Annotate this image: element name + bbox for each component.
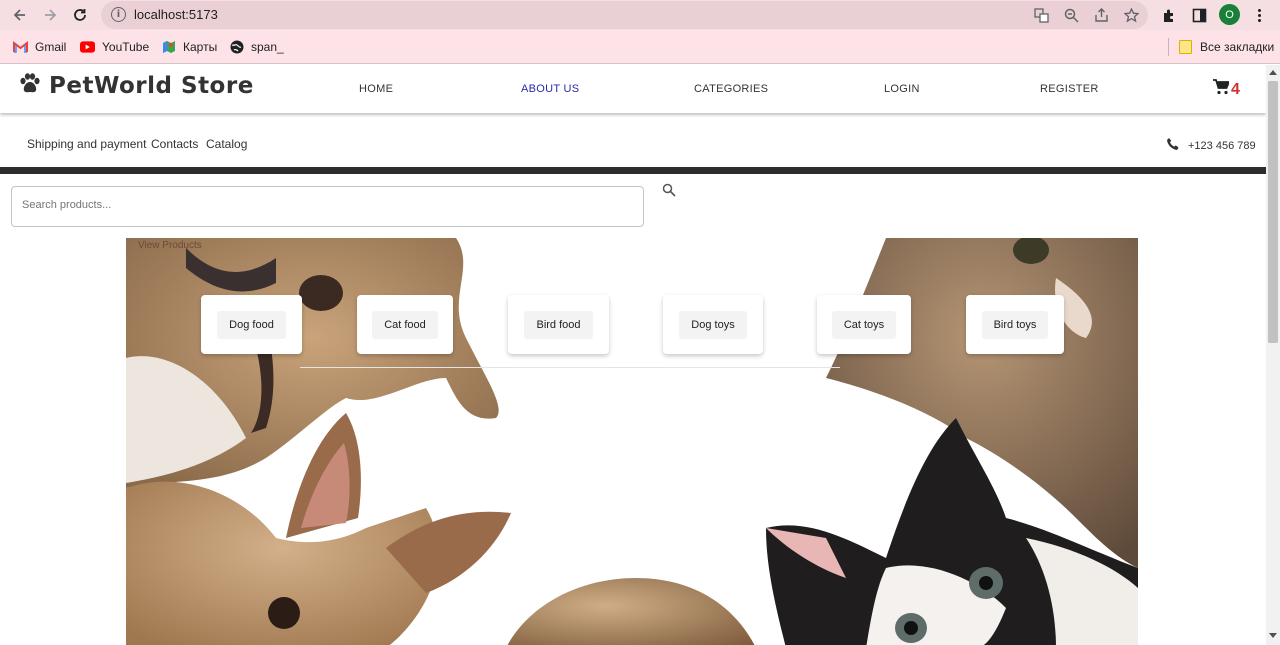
web-page: PetWorld Store HOME ABOUT US CATEGORIES … xyxy=(0,65,1266,645)
bookmark-label: span_ xyxy=(251,39,284,54)
url-text: localhost:5173 xyxy=(134,7,218,22)
category-card-bird-toys: Bird toys xyxy=(966,295,1064,354)
cart-count-badge: 4 xyxy=(1231,80,1240,98)
bookmark-label: YouTube xyxy=(102,39,150,54)
category-button-cat-food[interactable]: Cat food xyxy=(372,310,438,339)
browser-toolbar: i localhost:5173 O xyxy=(0,0,1280,30)
category-card-bird-food: Bird food xyxy=(508,295,609,354)
nav-about-us[interactable]: ABOUT US xyxy=(521,83,579,95)
category-card-cat-toys: Cat toys xyxy=(817,295,911,354)
search-input[interactable] xyxy=(22,199,622,211)
bookmark-label: Карты xyxy=(183,39,218,54)
link-catalog[interactable]: Catalog xyxy=(206,137,247,151)
bookmark-youtube[interactable]: YouTube xyxy=(80,39,149,54)
sub-navigation: Shipping and payment Contacts Catalog +1… xyxy=(0,113,1266,167)
site-logo[interactable]: PetWorld Store xyxy=(19,73,254,99)
page-scrollbar[interactable] xyxy=(1266,65,1280,645)
share-icon[interactable] xyxy=(1092,6,1110,24)
scroll-up-icon[interactable] xyxy=(1269,70,1277,75)
nav-home[interactable]: HOME xyxy=(359,83,393,95)
phone-icon xyxy=(1166,137,1180,154)
side-panel-icon[interactable] xyxy=(1188,4,1210,26)
category-button-bird-food[interactable]: Bird food xyxy=(524,310,593,339)
globe-icon xyxy=(229,39,244,54)
scroll-down-icon[interactable] xyxy=(1269,633,1277,638)
zoom-icon[interactable] xyxy=(1062,6,1080,24)
link-contacts[interactable]: Contacts xyxy=(151,137,198,151)
category-button-cat-toys[interactable]: Cat toys xyxy=(831,310,897,339)
cart-button[interactable]: 4 xyxy=(1213,79,1240,100)
nav-categories[interactable]: CATEGORIES xyxy=(694,83,768,95)
gmail-icon xyxy=(13,39,28,54)
card-underline xyxy=(300,367,840,368)
nav-register[interactable]: REGISTER xyxy=(1040,83,1099,95)
bookmark-span[interactable]: span_ xyxy=(229,39,284,54)
translate-icon[interactable] xyxy=(1032,6,1050,24)
profile-avatar[interactable]: O xyxy=(1219,4,1240,25)
nav-login[interactable]: LOGIN xyxy=(884,83,920,95)
bookmark-star-icon[interactable] xyxy=(1122,6,1140,24)
link-shipping-payment[interactable]: Shipping and payment xyxy=(27,137,146,151)
bookmarks-separator xyxy=(1168,38,1169,56)
bookmark-label: Gmail xyxy=(35,39,67,54)
reload-icon[interactable] xyxy=(69,4,91,26)
menu-kebab-icon[interactable] xyxy=(1248,4,1270,26)
youtube-icon xyxy=(80,39,95,54)
all-bookmarks[interactable]: Все закладки xyxy=(1178,39,1274,54)
back-icon[interactable] xyxy=(9,4,31,26)
search-field[interactable] xyxy=(11,186,644,227)
paw-icon xyxy=(19,73,41,99)
folder-icon xyxy=(1178,39,1193,54)
category-button-dog-toys[interactable]: Dog toys xyxy=(679,310,747,339)
scroll-thumb[interactable] xyxy=(1268,81,1278,343)
bookmark-maps[interactable]: Карты xyxy=(161,39,217,54)
address-bar[interactable]: i localhost:5173 xyxy=(101,1,1148,29)
maps-icon xyxy=(161,39,176,54)
extensions-icon[interactable] xyxy=(1158,4,1180,26)
bookmarks-bar: Gmail YouTube Карты span_ Все закладки xyxy=(0,30,1280,64)
category-button-bird-toys[interactable]: Bird toys xyxy=(981,310,1049,339)
site-info-icon[interactable]: i xyxy=(111,7,126,22)
search-icon[interactable] xyxy=(662,183,676,202)
logo-text: PetWorld Store xyxy=(49,73,254,99)
bookmark-gmail[interactable]: Gmail xyxy=(13,39,66,54)
category-card-dog-toys: Dog toys xyxy=(663,295,763,354)
category-card-cat-food: Cat food xyxy=(357,295,453,354)
phone-number: +123 456 789 xyxy=(1188,139,1256,152)
site-header: PetWorld Store HOME ABOUT US CATEGORIES … xyxy=(0,65,1266,113)
phone-contact[interactable]: +123 456 789 xyxy=(1166,137,1256,154)
all-bookmarks-label: Все закладки xyxy=(1200,39,1275,54)
section-divider xyxy=(0,167,1266,174)
view-products-link[interactable]: View Products xyxy=(138,240,202,251)
category-button-dog-food[interactable]: Dog food xyxy=(217,310,286,339)
cart-icon xyxy=(1213,79,1231,100)
category-card-dog-food: Dog food xyxy=(201,295,302,354)
forward-icon[interactable] xyxy=(39,4,61,26)
